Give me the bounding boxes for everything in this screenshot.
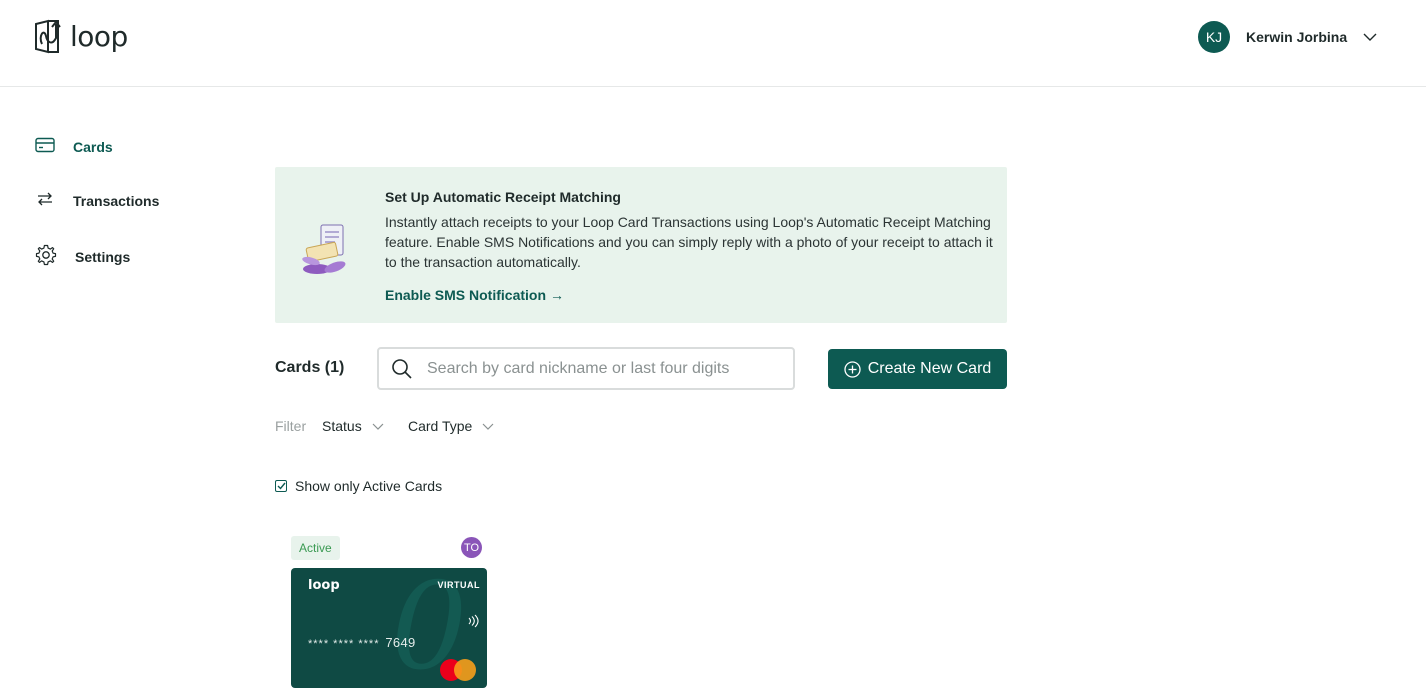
show-active-cards-label: Show only Active Cards [295, 478, 443, 494]
chevron-down-icon [482, 423, 494, 430]
card-tile[interactable]: 0 loop VIRTUAL **** **** **** 7649 [291, 568, 487, 688]
receipt-matching-banner: Set Up Automatic Receipt Matching Instan… [275, 167, 1007, 323]
user-menu[interactable]: KJ Kerwin Jorbina [1198, 21, 1377, 53]
avatar: KJ [1198, 21, 1230, 53]
sidebar-item-label: Transactions [73, 192, 160, 209]
plus-circle-icon [844, 360, 861, 378]
show-active-cards-checkbox[interactable]: Show only Active Cards [275, 478, 442, 494]
receipt-illustration-icon [297, 223, 355, 286]
card-brand-logo: loop [308, 578, 340, 593]
credit-card-icon [35, 137, 55, 156]
banner-body: Instantly attach receipts to your Loop C… [385, 214, 993, 270]
card-type-filter-dropdown[interactable]: Card Type [408, 418, 494, 434]
sidebar-item-label: Settings [75, 248, 131, 265]
contactless-icon [467, 614, 479, 633]
user-name: Kerwin Jorbina [1246, 29, 1348, 45]
sidebar-item-settings[interactable]: Settings [35, 244, 130, 269]
status-filter-dropdown[interactable]: Status [322, 418, 384, 434]
loop-logo-icon [35, 19, 61, 54]
enable-sms-label: Enable SMS Notification [385, 287, 547, 303]
card-last-four: 7649 [385, 635, 416, 650]
create-new-card-label: Create New Card [867, 360, 992, 377]
sidebar-item-transactions[interactable]: Transactions [35, 191, 159, 210]
sidebar-item-cards[interactable]: Cards [35, 137, 113, 156]
checkbox-checked-icon [275, 480, 287, 492]
card-type-label: VIRTUAL [437, 580, 480, 590]
arrows-swap-icon [35, 191, 55, 210]
card-type-filter-label: Card Type [408, 418, 473, 434]
sidebar-item-label: Cards [73, 138, 113, 155]
status-filter-label: Status [322, 418, 362, 434]
top-header: loop KJ Kerwin Jorbina [0, 0, 1426, 87]
cards-count-title: Cards (1) [275, 359, 345, 376]
logo-wordmark: loop [70, 19, 128, 53]
status-badge: Active [291, 536, 340, 560]
search-box [377, 347, 795, 390]
create-new-card-button[interactable]: Create New Card [828, 349, 1007, 389]
mastercard-icon [439, 658, 479, 687]
search-input[interactable] [427, 359, 767, 378]
gear-icon [35, 244, 57, 269]
card-number-masked: **** **** **** [308, 638, 380, 650]
enable-sms-link[interactable]: Enable SMS Notification → [385, 287, 564, 303]
chevron-down-icon [372, 423, 384, 430]
owner-avatar: TO [461, 537, 482, 558]
banner-title: Set Up Automatic Receipt Matching [385, 189, 621, 205]
search-icon [391, 358, 413, 380]
chevron-down-icon [1363, 33, 1377, 41]
card-number: **** **** **** 7649 [308, 635, 416, 650]
filter-label: Filter [275, 418, 307, 434]
arrow-right-icon: → [550, 287, 565, 303]
loop-logo[interactable]: loop [34, 18, 128, 54]
